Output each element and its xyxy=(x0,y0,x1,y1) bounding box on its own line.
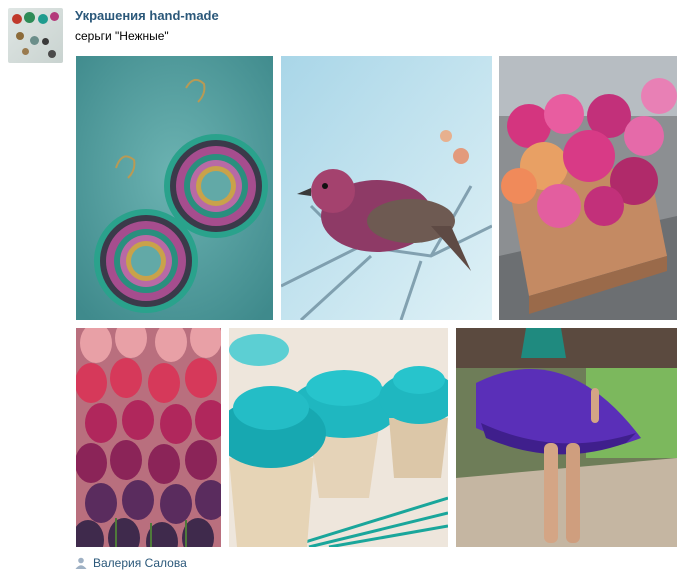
purple-skirt-image xyxy=(456,328,677,547)
photo-cupcakes[interactable] xyxy=(229,328,448,547)
photo-bird[interactable] xyxy=(281,56,492,320)
post-text: серьги "Нежные" xyxy=(75,29,169,43)
bird-image xyxy=(281,56,492,320)
photo-tulips[interactable] xyxy=(76,328,221,547)
author-name: Валерия Салова xyxy=(93,556,187,570)
group-name-link[interactable]: Украшения hand-made xyxy=(75,8,219,23)
author-link[interactable]: Валерия Салова xyxy=(75,556,187,570)
earrings-image xyxy=(76,56,273,320)
photo-purple-skirt[interactable] xyxy=(456,328,677,547)
group-avatar[interactable] xyxy=(8,8,63,63)
tulips-image xyxy=(76,328,221,547)
photo-flower-crate[interactable] xyxy=(499,56,677,320)
person-icon xyxy=(75,557,87,569)
photo-earrings[interactable] xyxy=(76,56,273,320)
flower-crate-image xyxy=(499,56,677,320)
cupcakes-image xyxy=(229,328,448,547)
